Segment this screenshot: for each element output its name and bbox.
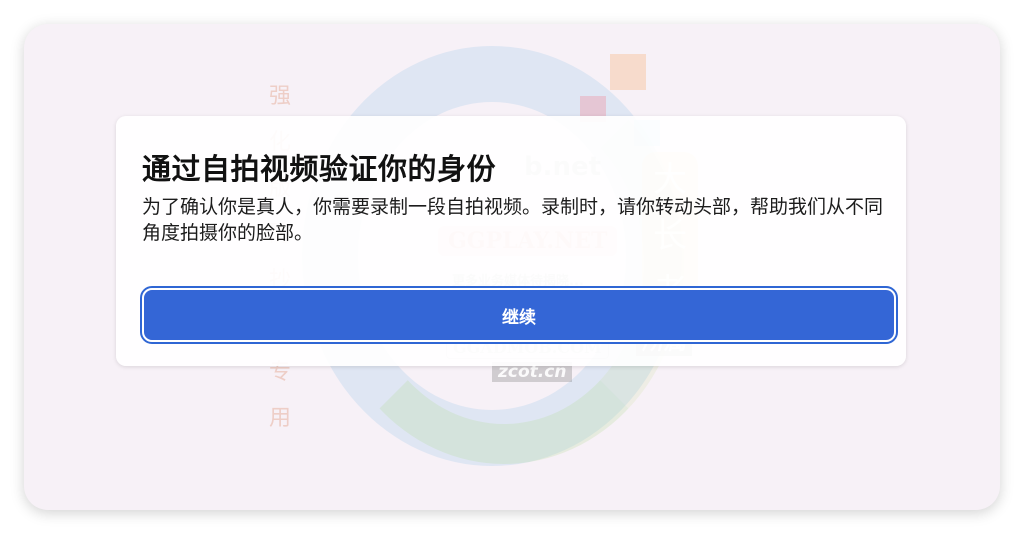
watermark-square-orange [610, 54, 646, 90]
verification-dialog: 通过自拍视频验证你的身份 为了确认你是真人，你需要录制一段自拍视频。录制时，请你… [116, 116, 906, 366]
continue-button[interactable]: 继续 [140, 286, 898, 344]
dialog-description: 为了确认你是真人，你需要录制一段自拍视频。录制时，请你转动头部，帮助我们从不同角… [142, 196, 884, 244]
app-frame: 强 化 版 防 抄 袭 专 用 大 长 老 b.net GGPLAY.NET 更… [24, 24, 1000, 510]
dialog-title: 通过自拍视频验证你的身份 [142, 152, 497, 186]
